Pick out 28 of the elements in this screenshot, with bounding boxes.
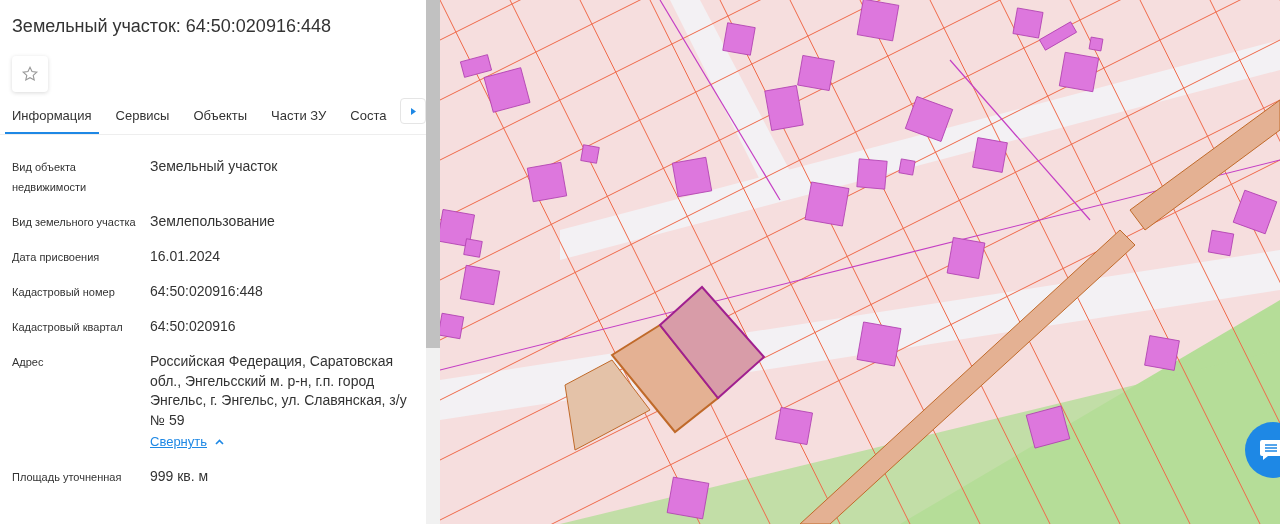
page-title: Земельный участок: 64:50:020916:448 (12, 15, 332, 38)
tab[interactable]: Сервисы (108, 100, 177, 134)
tab[interactable]: Соста (343, 100, 394, 134)
field-value: 64:50:020916:448 (150, 282, 264, 301)
field-label: Кадастровый квартал (12, 320, 124, 335)
field-value: Российская Федерация, Саратовская обл., Энгельсский м. р-н, г.п. город Энгельс, г. Энгельс, ул. Славянская, з/у № 59 (150, 352, 408, 430)
field-value: Земельный участок (150, 157, 279, 176)
field-label: Площадь уточненная (12, 469, 123, 485)
field-label: Адрес (12, 355, 45, 370)
field-label: Кадастровый номер (12, 285, 116, 300)
scrollbar-thumb[interactable] (426, 0, 440, 348)
triangle-right-icon (410, 107, 416, 115)
scrollbar[interactable] (426, 0, 440, 524)
field-label: Дата присвоения (12, 250, 101, 265)
tab[interactable]: Части ЗУ (264, 100, 334, 134)
collapse-link[interactable]: Свернуть (150, 432, 224, 452)
field-value: 16.01.2024 (150, 247, 222, 266)
field-label: Вид земельного участка (12, 215, 137, 230)
tab[interactable]: Объекты (186, 100, 255, 134)
scroll-tabs-button[interactable] (400, 98, 426, 124)
chat-icon (1259, 439, 1280, 461)
field-value: 999 кв. м (150, 466, 210, 486)
field-label: Вид объекта недвижимости (12, 160, 88, 195)
tab[interactable]: Информация (5, 100, 99, 134)
field-value: 64:50:020916 (150, 317, 237, 336)
star-icon (21, 65, 39, 83)
field-value: Землепользование (150, 212, 276, 231)
chevron-up-icon (215, 438, 224, 445)
